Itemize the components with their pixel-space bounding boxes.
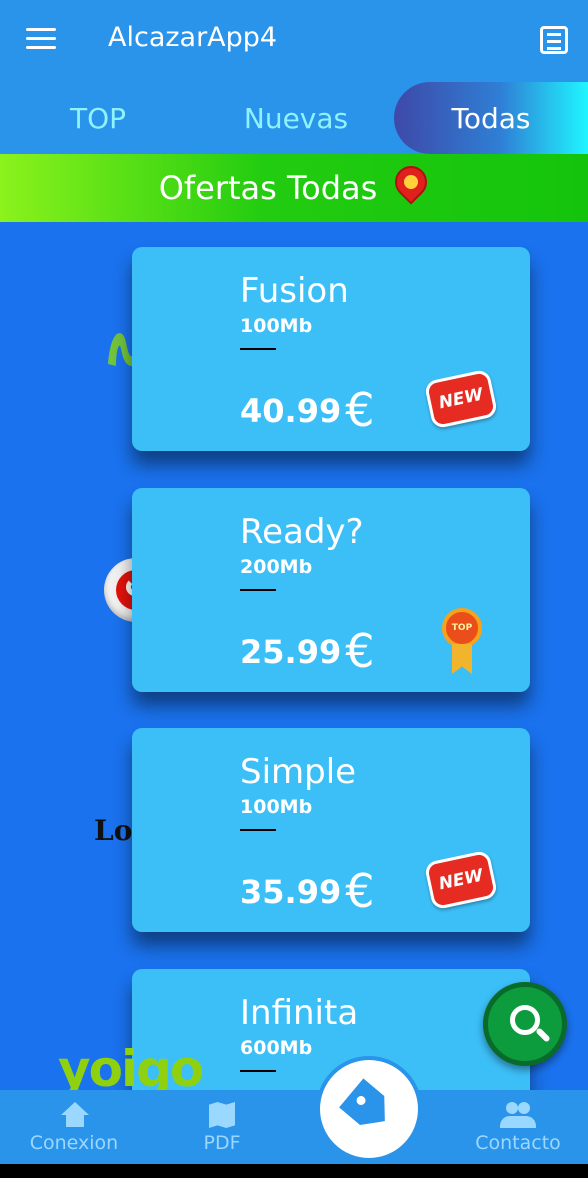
new-badge: NEW — [423, 368, 499, 430]
tab-nuevas[interactable]: Nuevas — [196, 82, 396, 154]
offer-card[interactable]: Simple 100Mb 35.99€ NEW — [132, 728, 530, 932]
nav-contacto[interactable]: Contacto — [458, 1090, 578, 1164]
bottom-navigation: Conexion PDF Contacto — [0, 1090, 588, 1164]
divider — [240, 348, 276, 350]
zoom-search-button[interactable] — [483, 982, 567, 1066]
menu-icon[interactable] — [26, 28, 56, 52]
nav-label: Conexion — [29, 1132, 119, 1154]
plan-name: Fusion — [240, 271, 349, 311]
plan-price: 40.99€ — [240, 383, 375, 437]
plan-name: Simple — [240, 752, 357, 792]
plan-name: Ready? — [240, 512, 364, 552]
home-icon — [61, 1102, 89, 1128]
plan-speed: 200Mb — [240, 556, 313, 578]
plan-speed: 600Mb — [240, 1037, 313, 1059]
tab-bar: TOP Nuevas Todas — [0, 82, 588, 154]
top-medal-badge: TOP — [442, 608, 482, 678]
plan-speed: 100Mb — [240, 796, 313, 818]
plan-name: Infinita — [240, 993, 359, 1033]
nav-pdf[interactable]: PDF — [162, 1090, 282, 1164]
tab-top[interactable]: TOP — [0, 82, 196, 154]
offer-card[interactable]: Fusion 100Mb 40.99€ NEW — [132, 247, 530, 451]
offer-card[interactable]: Ready? 200Mb 25.99€ TOP — [132, 488, 530, 692]
plan-price: 35.99€ — [240, 864, 375, 918]
map-icon — [209, 1102, 235, 1128]
plan-speed: 100Mb — [240, 315, 313, 337]
tab-todas[interactable]: Todas — [394, 82, 588, 154]
divider — [240, 1070, 276, 1072]
tag-icon — [339, 1078, 397, 1135]
people-icon — [500, 1102, 536, 1128]
app-bar: AlcazarApp4 — [0, 0, 588, 82]
nav-label: Contacto — [475, 1132, 561, 1154]
banner-title: Ofertas Todas — [158, 169, 378, 207]
offers-tag-button[interactable] — [320, 1060, 418, 1158]
nav-label: PDF — [203, 1132, 241, 1154]
location-pin-icon — [388, 159, 434, 210]
offers-banner: Ofertas Todas — [0, 154, 588, 222]
plan-price: 25.99€ — [240, 624, 375, 678]
divider — [240, 829, 276, 831]
new-badge: NEW — [423, 849, 499, 911]
system-nav-bar — [0, 1164, 588, 1178]
divider — [240, 589, 276, 591]
nav-conexion[interactable]: Conexion — [14, 1090, 134, 1164]
document-icon[interactable] — [540, 26, 568, 54]
app-title: AlcazarApp4 — [108, 22, 278, 53]
